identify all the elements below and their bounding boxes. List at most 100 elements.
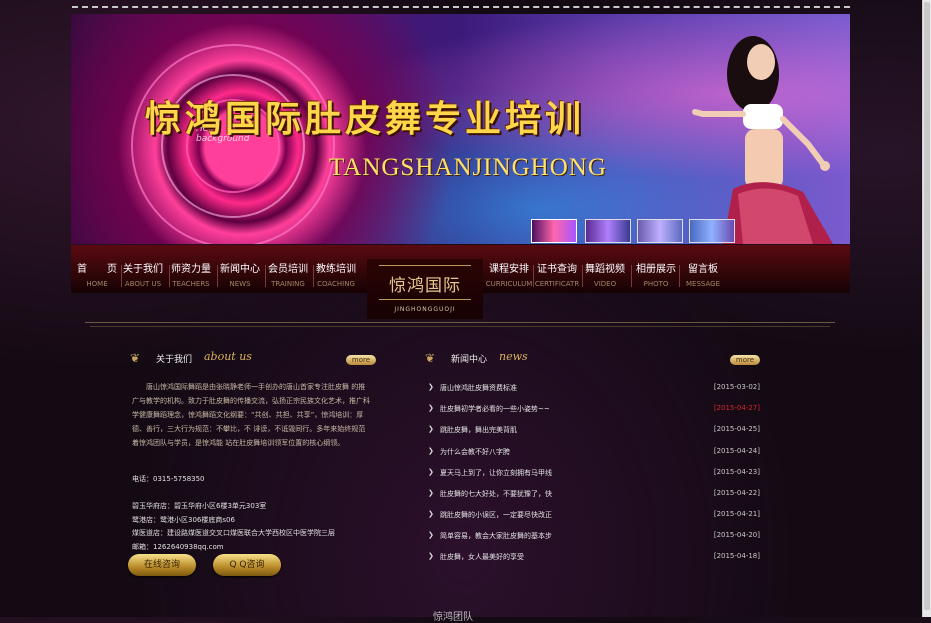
logo-ornament <box>379 299 471 300</box>
site-logo[interactable]: 惊鸿国际 JINGHONGGUOJI <box>367 259 483 319</box>
page-scrollbar[interactable] <box>922 0 931 617</box>
nav-label: 师资力量 <box>171 264 211 275</box>
about-section-header: ❦ 关于我们 about us <box>130 350 375 366</box>
nav-item-certificate[interactable]: 证书查询 CERTIFICATR <box>533 264 581 289</box>
news-section-header: ❦ 新闻中心 news <box>425 350 670 366</box>
about-heading: 关于我们 <box>156 355 193 365</box>
about-description: 唐山惊鸿国际舞蹈是由张晓静老师一手创办的唐山首家专注肚皮舞 的推广与教学的机构。… <box>132 383 370 447</box>
top-dashed-divider <box>72 6 850 8</box>
nav-label: 会员培训 <box>268 264 308 275</box>
nav-sublabel: HOME <box>86 280 108 288</box>
nav-label: 相册展示 <box>636 264 676 275</box>
main-navigation: 首 页 HOME 关于我们 ABOUT US 师资力量 TEACHERS 新闻中心 NE… <box>71 245 850 319</box>
news-list-item[interactable]: ❯ 肚皮舞的七大好处，不要犹豫了，快 [2015-04-22] <box>428 488 760 502</box>
news-list-item[interactable]: ❯ 夏天马上到了，让你立刻拥有马甲线 [2015-04-23] <box>428 467 760 481</box>
about-heading-en: about us <box>204 350 252 363</box>
contact-email: 邮箱：1262640938qq.com <box>132 543 224 551</box>
nav-item-message[interactable]: 留言板 MESSAGE <box>679 264 727 289</box>
flourish-icon: ❦ <box>425 351 436 365</box>
logo-subtext: JINGHONGGUOJI <box>394 306 456 313</box>
dancer-image <box>692 36 833 244</box>
news-list-item[interactable]: ❯ 跳肚皮舞的小误区，一定要尽快改正 [2015-04-21] <box>428 509 760 523</box>
nav-item-home[interactable]: 首 页 HOME <box>73 264 121 289</box>
nav-label: 课程安排 <box>489 264 529 275</box>
bullet-icon: ❯ <box>428 404 434 412</box>
news-date: [2015-03-02] <box>713 383 760 391</box>
banner-thumbnail[interactable] <box>637 219 683 243</box>
news-title[interactable]: 肚皮舞初学者必看的一些小姿势~~ <box>440 404 550 414</box>
banner-title: 惊鸿国际肚皮舞专业培训 <box>145 98 586 140</box>
nav-sublabel: CERTIFICATR <box>534 280 580 288</box>
news-title[interactable]: 唐山惊鸿肚皮舞资费标准 <box>440 383 517 393</box>
nav-label: 留言板 <box>688 264 718 275</box>
news-title[interactable]: 跳肚皮舞的小误区，一定要尽快改正 <box>440 510 552 520</box>
nav-item-coaching[interactable]: 教练培训 COACHING <box>312 264 360 289</box>
contact-address: 鹭港店：鹭港小区306楼底商s06 <box>132 516 235 524</box>
nav-item-video[interactable]: 舞蹈视频 VIDEO <box>581 264 629 289</box>
nav-label: 新闻中心 <box>220 264 260 275</box>
news-title[interactable]: 简单容易，教会大家肚皮舞的基本步 <box>440 531 552 541</box>
nav-sublabel: VIDEO <box>593 280 617 288</box>
news-list-item[interactable]: ❯ 简单容易，教会大家肚皮舞的基本步 [2015-04-20] <box>428 530 760 544</box>
news-list-item[interactable]: ❯ 肚皮舞初学者必看的一些小姿势~~ [2015-04-27] <box>428 403 760 417</box>
news-title[interactable]: 肚皮舞的七大好处，不要犹豫了，快 <box>440 489 552 499</box>
news-date: [2015-04-20] <box>713 531 760 539</box>
news-list-item[interactable]: ❯ 为什么会教不好八字胯 [2015-04-24] <box>428 446 760 460</box>
news-date: [2015-04-21] <box>713 510 760 518</box>
bullet-icon: ❯ <box>428 447 434 455</box>
nav-item-training[interactable]: 会员培训 TRAINING <box>264 264 312 289</box>
nav-label: 首 页 <box>77 264 117 275</box>
nav-sublabel: NEWS <box>229 280 251 288</box>
flourish-icon: ❦ <box>130 351 141 365</box>
news-more-button[interactable]: more <box>730 355 760 365</box>
news-title[interactable]: 为什么会教不好八字胯 <box>440 447 510 457</box>
section-divider <box>85 322 835 323</box>
nav-sublabel: CURRICULUM <box>485 280 533 288</box>
nav-sublabel: PHOTO <box>643 280 669 288</box>
qq-consult-button[interactable]: Q Q咨询 <box>213 554 281 576</box>
news-title[interactable]: 跳肚皮舞，舞出完美背肌 <box>440 425 517 435</box>
nav-label: 证书查询 <box>537 264 577 275</box>
news-date: [2015-04-23] <box>713 468 760 476</box>
nav-item-about[interactable]: 关于我们 ABOUT US <box>119 264 167 289</box>
news-date: [2015-04-22] <box>713 489 760 497</box>
news-title[interactable]: 肚皮舞，女人最美好的享受 <box>440 552 524 562</box>
scrollbar-thumb[interactable] <box>924 2 930 610</box>
bullet-icon: ❯ <box>428 531 434 539</box>
news-list-item[interactable]: ❯ 跳肚皮舞，舞出完美背肌 [2015-04-25] <box>428 424 760 438</box>
team-section-title: 惊鸿团队 <box>433 612 473 623</box>
nav-sublabel: TRAINING <box>271 280 305 288</box>
news-date: [2015-04-25] <box>713 425 760 433</box>
nav-item-photo[interactable]: 相册展示 PHOTO <box>632 264 680 289</box>
news-list-item[interactable]: ❯ 唐山惊鸿肚皮舞资费标准 [2015-03-02] <box>428 382 760 396</box>
section-divider <box>90 326 830 327</box>
bullet-icon: ❯ <box>428 468 434 476</box>
nav-sublabel: ABOUT US <box>124 280 162 288</box>
about-more-button[interactable]: more <box>346 355 376 365</box>
nav-item-curriculum[interactable]: 课程安排 CURRICULUM <box>485 264 533 289</box>
logo-text: 惊鸿国际 <box>389 276 461 296</box>
news-date: [2015-04-27] <box>713 404 760 412</box>
online-consult-button[interactable]: 在线咨询 <box>128 554 196 576</box>
logo-ornament <box>379 265 471 266</box>
banner-thumbnail[interactable] <box>585 219 631 243</box>
nav-item-news[interactable]: 新闻中心 NEWS <box>216 264 264 289</box>
bullet-icon: ❯ <box>428 383 434 391</box>
contact-phone: 电话：0315-5758350 <box>132 475 205 483</box>
banner-thumbnail[interactable] <box>531 219 577 243</box>
bullet-icon: ❯ <box>428 425 434 433</box>
news-heading: 新闻中心 <box>451 355 488 365</box>
news-list-item[interactable]: ❯ 肚皮舞，女人最美好的享受 [2015-04-18] <box>428 551 760 565</box>
news-date: [2015-04-24] <box>713 447 760 455</box>
contact-address: 碧玉华府店：碧玉华府小区6楼3单元303室 <box>132 502 267 510</box>
banner-subtitle: TANGSHANJINGHONG <box>329 154 607 181</box>
header-banner: Hello background 惊鸿国际肚皮舞专业培训 TANGSHANJING… <box>71 14 850 244</box>
nav-sublabel: TEACHERS <box>172 280 210 288</box>
news-date: [2015-04-18] <box>713 552 760 560</box>
banner-thumbnail[interactable] <box>689 219 735 243</box>
news-title[interactable]: 夏天马上到了，让你立刻拥有马甲线 <box>440 468 552 478</box>
bullet-icon: ❯ <box>428 552 434 560</box>
nav-item-teachers[interactable]: 师资力量 TEACHERS <box>167 264 215 289</box>
contact-address: 煤医道店：建设路煤医道交叉口煤医联合大学西校区中医学院三层 <box>132 529 335 537</box>
bullet-icon: ❯ <box>428 510 434 518</box>
